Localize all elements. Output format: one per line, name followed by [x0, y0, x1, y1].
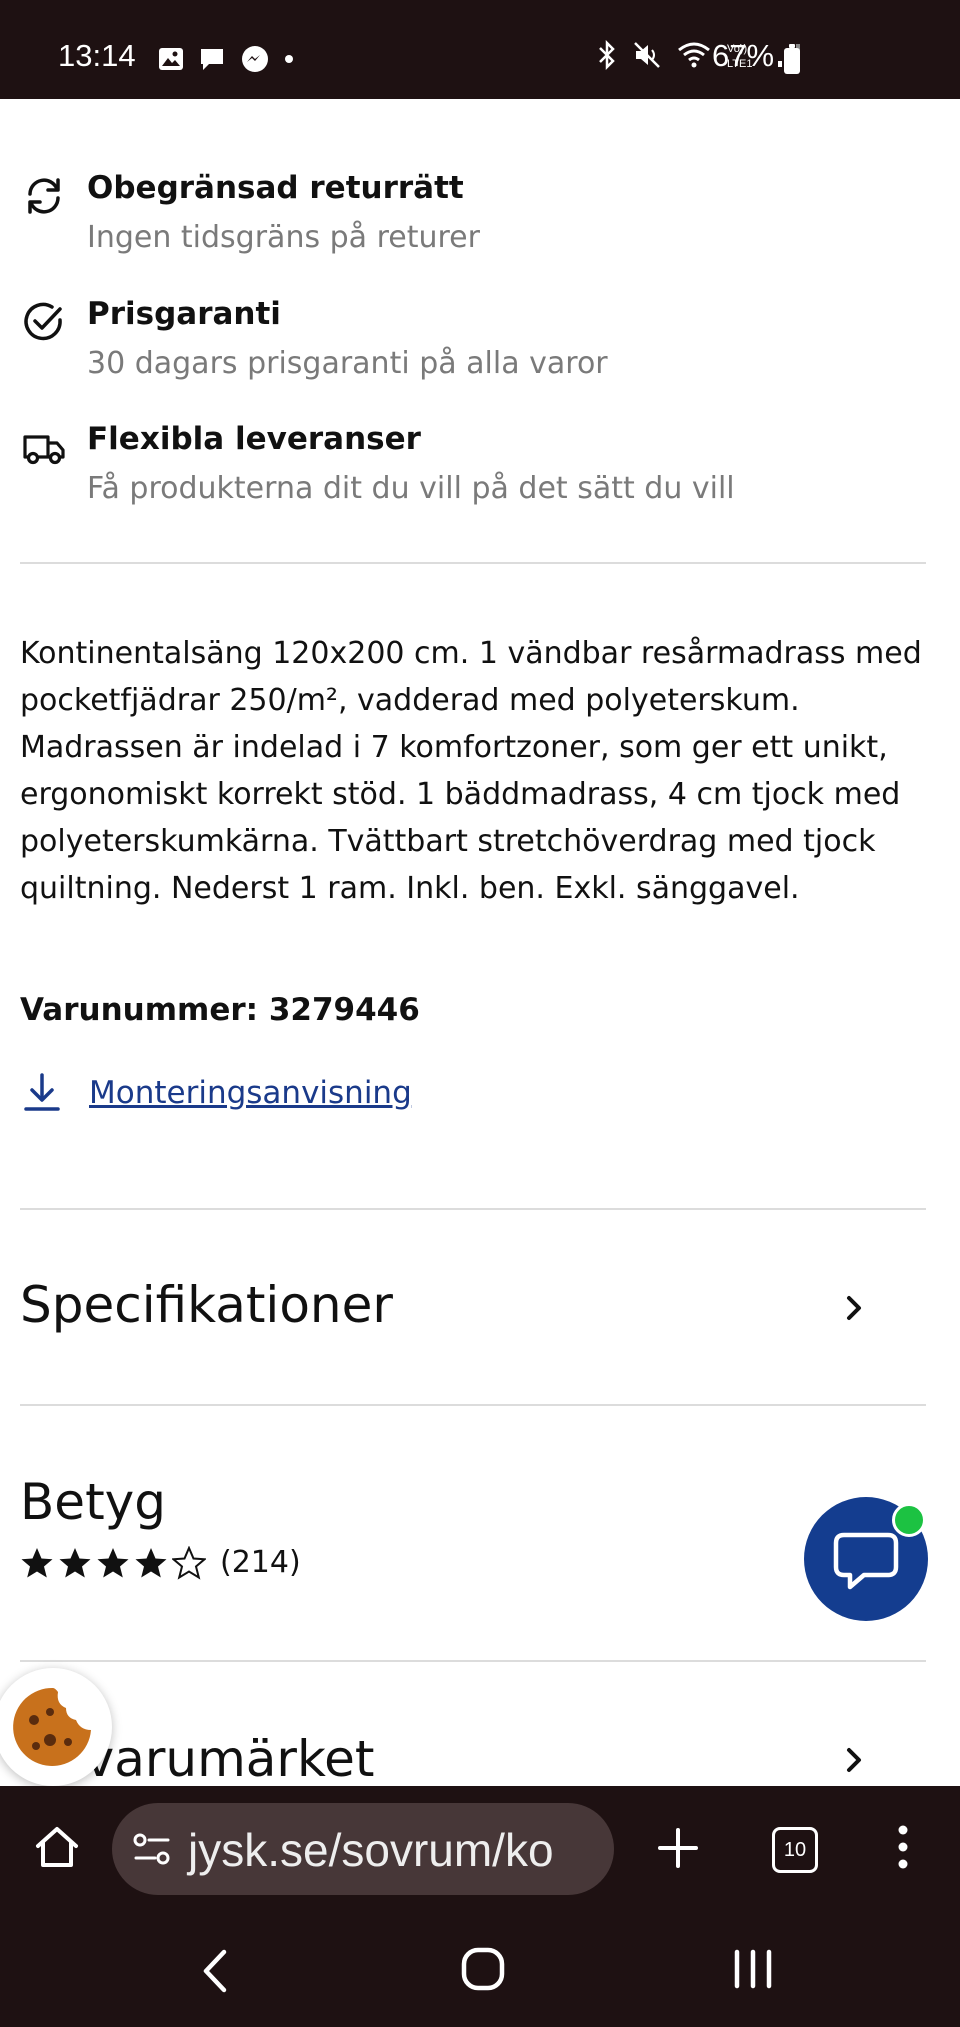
recent-apps-icon[interactable] [730, 1946, 776, 1992]
rating-row[interactable]: (214) [20, 1545, 301, 1580]
star-filled-icon [97, 1547, 129, 1577]
product-description: Kontinentalsäng 120x200 cm. 1 vändbar re… [20, 636, 922, 906]
divider [20, 1404, 926, 1406]
bluetooth-icon [599, 40, 615, 70]
feature-subtitle: 30 dagars prisgaranti på alla varor [87, 346, 608, 381]
tab-switcher-button[interactable]: 10 [772, 1827, 818, 1873]
battery-icon [784, 44, 800, 74]
check-circle-icon [24, 302, 62, 341]
image-icon [159, 48, 183, 70]
battery-percent: 67% [712, 38, 775, 73]
specifications-section[interactable]: Specifikationer [20, 1276, 393, 1334]
dot-icon [285, 55, 293, 63]
rating-count: (214) [220, 1545, 301, 1580]
url-text[interactable]: jysk.se/sovrum/ko [188, 1823, 554, 1877]
feature-subtitle: Få produkterna dit du vill på det sätt d… [87, 471, 735, 506]
feature-title: Flexibla leveranser [87, 421, 421, 457]
truck-icon [23, 435, 65, 465]
divider [20, 1208, 926, 1210]
sku: Varunummer: 3279446 [20, 992, 420, 1028]
system-navigation-bar [0, 1906, 960, 2027]
more-menu-icon[interactable] [888, 1822, 918, 1872]
chevron-right-icon[interactable] [836, 1290, 872, 1326]
assembly-instructions-link[interactable]: Monteringsanvisning [22, 1068, 412, 1118]
star-rating [20, 1545, 206, 1580]
refresh-icon [28, 178, 60, 214]
assembly-instructions-label[interactable]: Monteringsanvisning [89, 1075, 412, 1111]
mute-icon [634, 42, 660, 68]
sku-value: 3279446 [268, 992, 420, 1028]
back-icon[interactable] [196, 1946, 236, 1996]
chat-icon [201, 49, 223, 70]
site-settings-icon[interactable] [132, 1831, 172, 1867]
new-tab-icon[interactable] [656, 1826, 700, 1870]
messenger-icon [242, 46, 268, 72]
star-filled-icon [21, 1547, 53, 1577]
divider [20, 1660, 926, 1662]
cookie-settings-button[interactable] [0, 1668, 112, 1786]
chevron-right-icon[interactable] [836, 1742, 872, 1778]
home-nav-icon[interactable] [460, 1946, 506, 1992]
status-notification-icons [158, 44, 294, 74]
star-filled-icon [59, 1547, 91, 1577]
feature-title: Obegränsad returrätt [87, 170, 464, 206]
rating-title: Betyg [20, 1473, 166, 1531]
status-time: 13:14 [58, 38, 136, 73]
cookie-icon [13, 1687, 91, 1766]
home-icon[interactable] [32, 1822, 82, 1872]
feature-title: Prisgaranti [87, 296, 281, 332]
feature-subtitle: Ingen tidsgräns på returer [87, 220, 480, 255]
wifi-icon [678, 42, 710, 68]
sku-label: Varunummer: [20, 992, 259, 1028]
online-status-dot [892, 1503, 926, 1537]
star-empty-icon [172, 1545, 206, 1580]
address-bar[interactable]: jysk.se/sovrum/ko [112, 1803, 614, 1895]
star-filled-icon [135, 1547, 167, 1577]
divider [20, 562, 926, 564]
download-icon [24, 1073, 60, 1111]
status-bar: 13:14 Vo)) LTE1 67% [0, 0, 960, 99]
